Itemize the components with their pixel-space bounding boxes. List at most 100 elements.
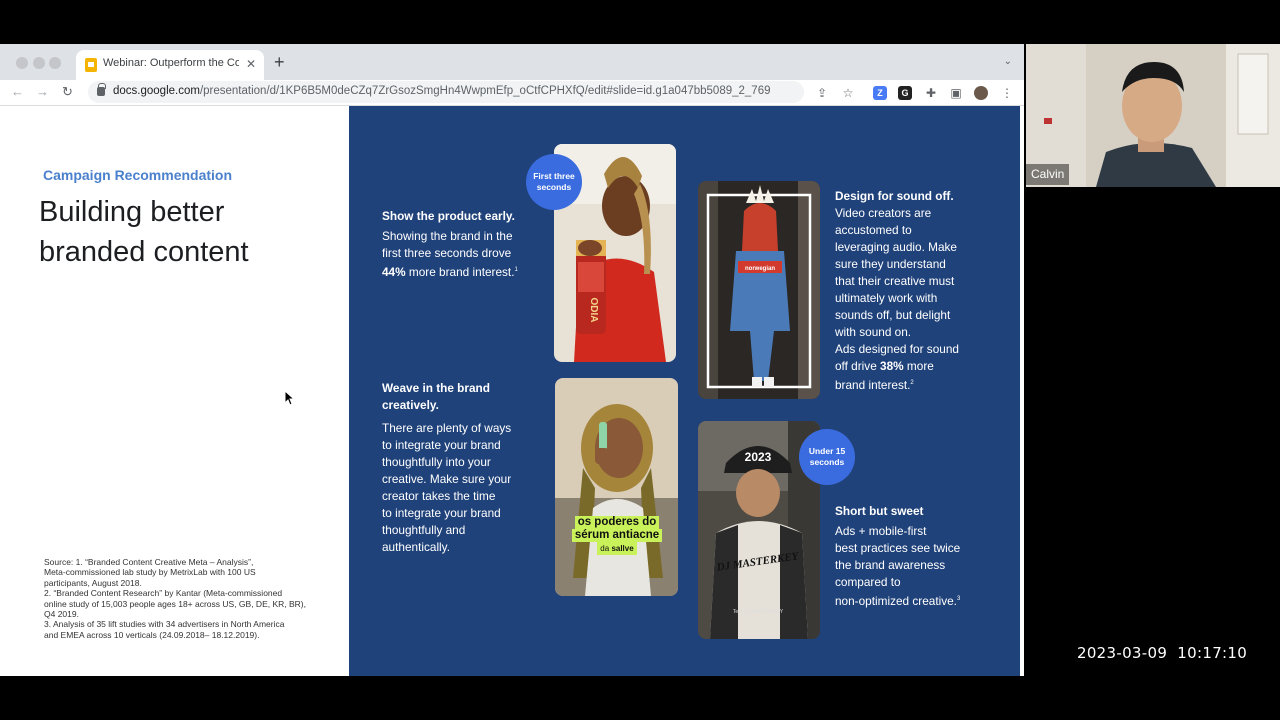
tip-line: thoughtfully into your <box>382 455 491 469</box>
badge-line: Under 15 <box>808 446 846 456</box>
footnote-line: 2. “Branded Content Research” by Kantar … <box>44 588 283 599</box>
footnote-ref: 3 <box>956 596 961 602</box>
star-icon[interactable]: ☆ <box>841 86 855 100</box>
sidebar-icon[interactable]: ▣ <box>949 86 963 100</box>
footnote-line: participants, August 2018. <box>44 577 142 588</box>
norwegian-brand-tag: norwegian <box>745 266 775 272</box>
badge-first-three-seconds: First three seconds <box>526 154 582 210</box>
stat-38-percent: 38% <box>880 359 904 373</box>
tip-line: 44% more brand interest.1 <box>382 262 532 281</box>
footnote-line: 3. Analysis of 35 lift studies with 34 a… <box>44 619 285 630</box>
tip-design-for-sound-off: Design for sound off. Video creators are… <box>835 188 985 394</box>
tip-text: off drive <box>835 359 881 373</box>
tip-short-but-sweet: Short but sweet Ads + mobile-first best … <box>835 503 985 610</box>
tip-line: creator takes the time <box>382 489 496 503</box>
recording-timestamp: 2023-03-09 10:17:10 <box>1077 644 1247 662</box>
tip-line: Ads designed for sound <box>835 342 959 356</box>
tip-weave-in-brand: Weave in the brand creatively. There are… <box>382 380 532 556</box>
serum-caption-line: os poderes do <box>574 516 660 529</box>
tip-line: Ads + mobile-first <box>835 524 927 538</box>
badge-line: seconds <box>809 457 845 467</box>
tab-title: Webinar: Outperform the Comp <box>103 57 239 69</box>
puzzle-icon[interactable]: ✚ <box>924 86 938 100</box>
headline-line-1: Building better <box>39 196 225 228</box>
footnote-line: and EMEA across 10 verticals (24.09.2018… <box>44 629 260 640</box>
photo-sound-off-illustration: norwegian <box>698 181 820 399</box>
footnote-line: Source: 1. “Branded Content Creative Met… <box>44 557 254 567</box>
extension-g-icon[interactable]: G <box>898 86 912 100</box>
tip-line: Showing the brand in the <box>382 229 513 243</box>
tip-line: brand interest.2 <box>835 375 985 394</box>
tip-text: non-optimized creative. <box>835 593 957 608</box>
tip-line: compared to <box>835 575 901 589</box>
timestamp-text: 2023-03-09 10:17:10 <box>1077 644 1248 662</box>
tip-line: first three seconds drove <box>382 246 512 260</box>
tip-heading: creatively. <box>382 398 439 412</box>
tip-line: There are plenty of ways <box>382 421 512 435</box>
slide-left-panel: Campaign Recommendation Building better … <box>6 106 349 676</box>
serum-caption-brand: da sallve <box>597 542 637 555</box>
kebab-menu-icon[interactable]: ⋮ <box>1000 86 1014 100</box>
screen: Webinar: Outperform the Comp ✕ + ⌄ ← → ↻… <box>0 0 1280 720</box>
creator-photo-sound-off: norwegian <box>698 181 820 399</box>
footnote-ref: 2 <box>910 380 914 386</box>
serum-caption-line: sérum antiacne <box>571 529 663 542</box>
presentation-slide: Campaign Recommendation Building better … <box>6 106 1020 676</box>
tip-line: sounds off, but delight <box>835 308 951 322</box>
tip-line: to integrate your brand <box>382 438 501 452</box>
new-tab-plus-icon[interactable]: + <box>274 53 285 71</box>
back-icon[interactable]: ← <box>11 84 24 100</box>
tip-line: creative. Make sure your <box>382 472 512 486</box>
footnote-line: online study of 15,003 people ages 18+ a… <box>44 598 306 609</box>
tip-line: the brand awareness <box>835 558 946 572</box>
tip-line: to integrate your brand <box>382 506 501 520</box>
tip-line: thoughtfully and <box>382 523 466 537</box>
tip-text: more brand interest. <box>405 264 515 279</box>
tip-line: authentically. <box>382 540 450 554</box>
tip-line: best practices see twice <box>835 541 961 555</box>
serum-caption-da: da <box>600 544 610 553</box>
tip-text: more <box>903 359 934 373</box>
browser-window: Webinar: Outperform the Comp ✕ + ⌄ ← → ↻… <box>0 44 1024 676</box>
bottle-label-text: ODIA <box>588 298 599 323</box>
tip-text: brand interest. <box>835 377 911 392</box>
tip-line: accustomed to <box>835 223 912 237</box>
tip-line: non-optimized creative.3 <box>835 591 985 610</box>
tip-show-product-early: Show the product early. Showing the bran… <box>382 208 532 281</box>
tip-heading: Show the product early. <box>382 209 515 223</box>
tab-close-icon[interactable]: ✕ <box>246 57 256 71</box>
tip-line: with sound on. <box>835 325 912 339</box>
window-close-control[interactable] <box>16 57 28 69</box>
address-bar[interactable]: docs.google.com/presentation/d/1KP6B5M0d… <box>88 81 804 103</box>
tab-search-chevron-icon[interactable]: ⌄ <box>1004 56 1012 67</box>
footnote-line: Q4 2019. <box>44 609 79 620</box>
tip-line: sure they understand <box>835 257 946 271</box>
slide-eyebrow: Campaign Recommendation <box>43 167 233 183</box>
slides-favicon-icon <box>85 58 97 72</box>
forward-icon[interactable]: → <box>36 84 49 100</box>
footnote-line: Meta-commissioned lab study by MetrixLab… <box>44 567 256 578</box>
window-minimize-control[interactable] <box>33 57 45 69</box>
window-zoom-control[interactable] <box>49 57 61 69</box>
url-text: docs.google.com/presentation/d/1KP6B5M0d… <box>113 85 771 97</box>
tip-heading: Design for sound off. <box>835 189 954 203</box>
source-footnotes: Source: 1. “Branded Content Creative Met… <box>44 557 334 640</box>
badge-line: First three <box>533 171 575 181</box>
photo-weave-brand-illustration <box>555 378 678 596</box>
video-caption-text: Text: DJ MASTERKEY <box>733 609 784 615</box>
reload-icon[interactable]: ↻ <box>62 84 73 100</box>
badge-under-15-seconds: Under 15 seconds <box>799 429 855 485</box>
badge-line: seconds <box>536 182 572 192</box>
tip-line: leveraging audio. Make <box>835 240 957 254</box>
browser-tab-active[interactable]: Webinar: Outperform the Comp ✕ <box>76 50 264 80</box>
headline-line-2: branded content <box>39 236 249 268</box>
lock-icon <box>97 83 106 96</box>
tab-bar: Webinar: Outperform the Comp ✕ + ⌄ <box>0 44 1024 80</box>
profile-avatar[interactable] <box>974 86 988 100</box>
extension-z-icon[interactable]: Z <box>873 86 887 100</box>
serum-overlay-caption: os poderes do sérum antiacne da sallve <box>567 516 667 555</box>
slide-headline: Building better branded content <box>39 192 339 272</box>
browser-toolbar: ← → ↻ docs.google.com/presentation/d/1KP… <box>0 80 1024 106</box>
share-icon[interactable]: ⇪ <box>815 86 829 100</box>
stat-44-percent: 44% <box>382 264 406 279</box>
